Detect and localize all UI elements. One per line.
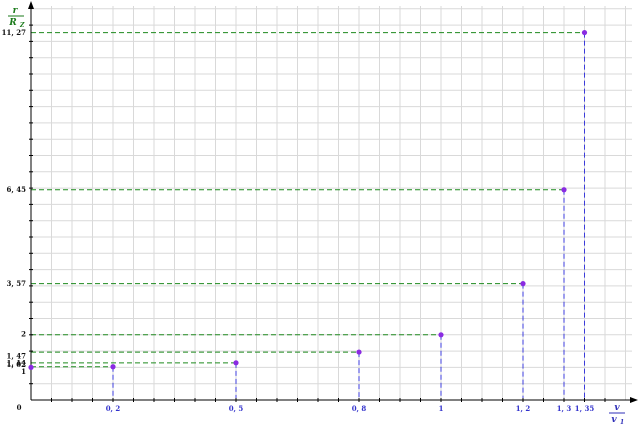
grid — [30, 6, 632, 401]
axes — [28, 1, 638, 403]
x-tick-label: 1, 35 — [575, 404, 595, 413]
y-axis-arrow — [28, 1, 34, 9]
data-point — [110, 364, 116, 370]
y-tick-label: 6, 45 — [7, 185, 27, 194]
y-axis-title-denominator: R — [8, 18, 17, 28]
chart: 11, 021, 141, 4723, 576, 4511, 270, 2 0, … — [2, 1, 638, 426]
x-tick-label: 1, 3 — [557, 404, 572, 413]
y-axis-title-denominator-sub: Z — [19, 22, 25, 29]
x-axis-title-denominator: v — [611, 415, 617, 425]
y-tick-label: 11, 27 — [2, 28, 26, 37]
y-axis-title-numerator: r — [13, 6, 19, 16]
x-tick-label: 0, 2 — [106, 404, 121, 413]
data-point — [581, 29, 588, 36]
data-point — [233, 360, 239, 366]
x-tick-label: 1 — [439, 404, 444, 413]
y-axis-title: r R Z — [8, 6, 25, 29]
data-point — [561, 187, 567, 193]
data-point — [28, 364, 34, 370]
y-tick-label: 2 — [21, 329, 26, 338]
axis-ticks — [29, 24, 606, 402]
x-axis-title-numerator: v — [614, 403, 620, 413]
data-point — [438, 332, 444, 338]
y-tick-label: 1, 47 — [7, 352, 27, 361]
x-axis-title-denominator-sub: 1 — [620, 419, 624, 426]
x-axis-title: v v 1 — [609, 403, 625, 426]
x-tick-label: 0, 8 — [352, 404, 367, 413]
x-tick-label: 1, 2 — [516, 404, 531, 413]
x-axis-arrow — [630, 397, 638, 403]
guide-lines — [31, 32, 585, 400]
data-point — [356, 349, 362, 355]
x-tick-label: 0, 5 — [229, 404, 244, 413]
y-tick-label: 3, 57 — [7, 279, 27, 288]
data-point — [520, 281, 526, 287]
origin-label: 0 — [17, 403, 22, 412]
